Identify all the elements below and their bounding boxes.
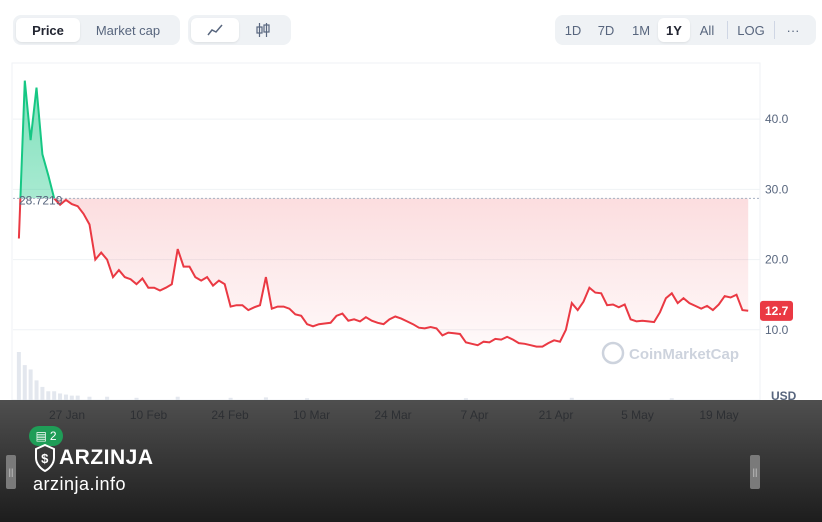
volume-bar xyxy=(28,369,33,400)
volume-bar xyxy=(16,352,21,400)
arzinja-logo: $ ARZINJA xyxy=(34,444,154,472)
y-tick-label: 20.0 xyxy=(765,253,789,267)
brand-name: ARZINJA xyxy=(59,446,154,469)
y-tick-label: 10.0 xyxy=(765,323,789,337)
navigator-right-handle[interactable]: || xyxy=(750,455,760,489)
volume-bar xyxy=(40,386,45,400)
volume-bar xyxy=(46,391,51,400)
current-price-badge: 12.7 xyxy=(760,300,793,321)
reference-price-label: 28.7219 xyxy=(19,193,63,207)
volume-bar xyxy=(34,380,39,400)
coinmarketcap-watermark: CoinMarketCap xyxy=(601,341,739,365)
y-tick-label: 30.0 xyxy=(765,182,789,196)
badge-count: 2 xyxy=(49,429,57,443)
current-price-label: 12.7 xyxy=(765,304,789,318)
notification-badge: ▤ 2 xyxy=(29,426,63,446)
volume-bars xyxy=(16,352,674,400)
loss-area-fill xyxy=(18,198,749,347)
volume-bar xyxy=(52,391,57,400)
volume-bar xyxy=(22,365,27,400)
watermark-text: CoinMarketCap xyxy=(629,346,739,363)
dollar-shield-icon: $ xyxy=(35,444,55,472)
price-area xyxy=(17,80,749,348)
y-tick-label: 40.0 xyxy=(765,112,789,126)
navigator-left-handle[interactable]: || xyxy=(6,455,16,489)
document-icon: ▤ xyxy=(35,429,47,443)
area-below-reference xyxy=(17,198,749,348)
svg-text:$: $ xyxy=(41,451,49,466)
brand-url: arzinja.info xyxy=(33,474,127,494)
